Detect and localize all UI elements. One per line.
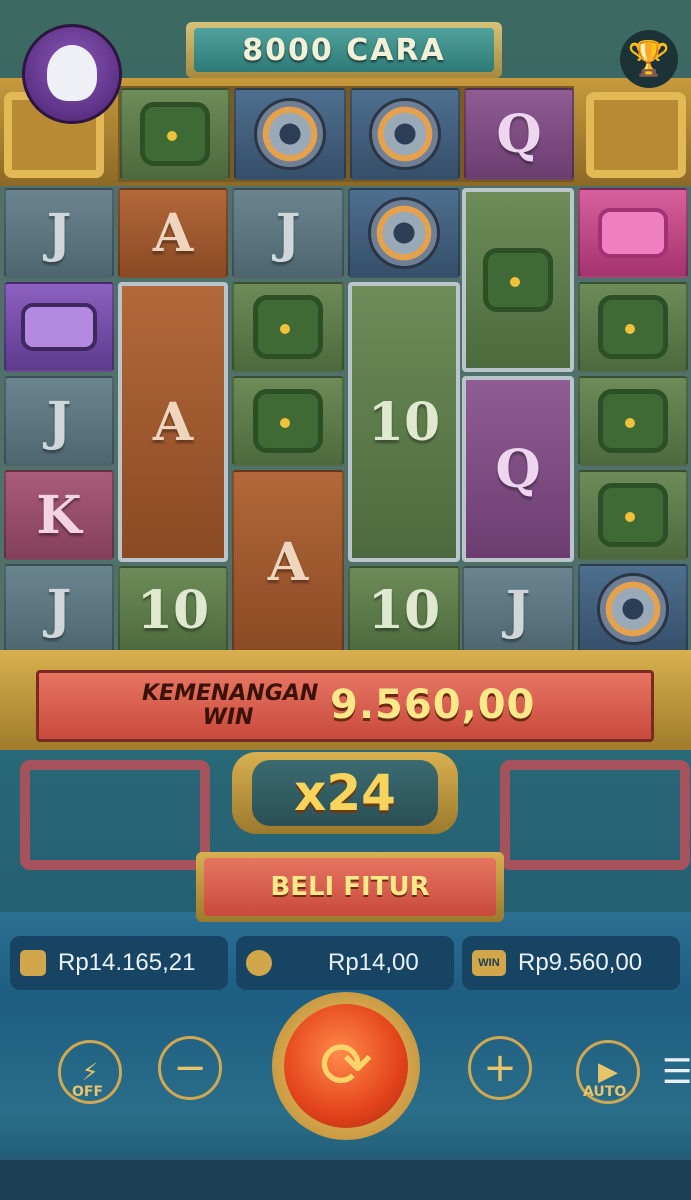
top-reel-symbol-wheel [234, 88, 346, 180]
multiplier-value: x24 [252, 760, 438, 826]
ghost-avatar-icon [47, 45, 97, 101]
menu-icon[interactable]: ☰ [662, 1052, 691, 1092]
mask-icon [598, 483, 668, 547]
symbol-q-tall: Q [462, 376, 574, 562]
symbol-j: J [4, 564, 114, 654]
mask-icon [483, 248, 553, 312]
balance-value: Rp14.165,21 [58, 949, 196, 976]
symbol-k: K [4, 470, 114, 560]
symbol-mask [578, 470, 688, 560]
spin-arrows-icon: ⟳ [319, 1029, 373, 1103]
symbol-mask [578, 376, 688, 466]
lightning-icon: ⚡ [81, 1058, 99, 1086]
dragon-icon [21, 303, 97, 351]
mask-icon [253, 389, 323, 453]
spin-button[interactable]: ⟳ [284, 1004, 408, 1128]
play-icon: ▶ [598, 1057, 618, 1087]
autoplay-label: AUTO [583, 1084, 627, 1100]
symbol-10: 10 [348, 566, 460, 654]
symbol-10-tall: 10 [348, 282, 460, 562]
symbol-j: J [4, 188, 114, 278]
turbo-label: OFF [72, 1084, 104, 1100]
plus-icon: + [483, 1045, 517, 1091]
mask-icon [598, 295, 668, 359]
wallet-icon [20, 950, 46, 976]
symbol-wheel [348, 188, 460, 278]
symbol-mask [578, 282, 688, 372]
mask-icon [253, 295, 323, 359]
coins-icon [246, 950, 272, 976]
symbol-a: A [118, 188, 228, 278]
symbol-dragon-purple [4, 282, 114, 372]
ways-counter: 8000 CARA [186, 22, 502, 78]
mask-icon [140, 102, 210, 166]
top-reel-symbol-wheel [350, 88, 460, 180]
avatar[interactable] [22, 24, 122, 124]
symbol-a-tall: A [232, 470, 344, 654]
win-label-line2: WIN [202, 705, 254, 730]
symbol-10: 10 [118, 566, 228, 654]
symbol-j: J [4, 376, 114, 466]
stone-floor [0, 1160, 691, 1200]
symbol-wheel [578, 564, 688, 654]
symbol-dragon-pink [578, 188, 688, 278]
increase-bet-button[interactable]: + [468, 1036, 532, 1100]
top-reel-symbol-mask [120, 88, 230, 180]
win-amount: 9.560,00 [330, 682, 536, 728]
wheel-icon [368, 197, 440, 269]
wheel-icon [597, 573, 669, 645]
buy-feature-button[interactable]: BELI FITUR [204, 858, 496, 916]
minus-icon: − [173, 1045, 207, 1091]
trophy-icon[interactable]: 🏆 [620, 30, 678, 88]
bet-display[interactable]: Rp14,00 [236, 936, 454, 990]
wheel-icon [254, 98, 326, 170]
symbol-mask-tall [462, 188, 574, 372]
win-label-line1: KEMENANGAN [142, 681, 319, 706]
symbol-j: J [232, 188, 344, 278]
balance-display: Rp14.165,21 [10, 936, 228, 990]
win-icon: WIN [472, 950, 506, 976]
dragon-icon [598, 208, 668, 258]
symbol-mask [232, 282, 344, 372]
last-win-value: Rp9.560,00 [518, 949, 643, 976]
right-spiral-ornament [586, 92, 686, 178]
last-win-display: WIN Rp9.560,00 [462, 936, 680, 990]
wheel-icon [369, 98, 441, 170]
ways-text: 8000 CARA [194, 28, 494, 72]
symbol-a-tall: A [118, 282, 228, 562]
top-reel-symbol-q: Q [464, 88, 574, 180]
left-serpent-ornament [20, 760, 210, 870]
win-label: KEMENANGAN WIN [142, 681, 319, 730]
symbol-mask [232, 376, 344, 466]
bet-value: Rp14,00 [328, 949, 419, 976]
decrease-bet-button[interactable]: − [158, 1036, 222, 1100]
symbol-j: J [462, 566, 574, 654]
mask-icon [598, 389, 668, 453]
right-serpent-ornament [500, 760, 690, 870]
